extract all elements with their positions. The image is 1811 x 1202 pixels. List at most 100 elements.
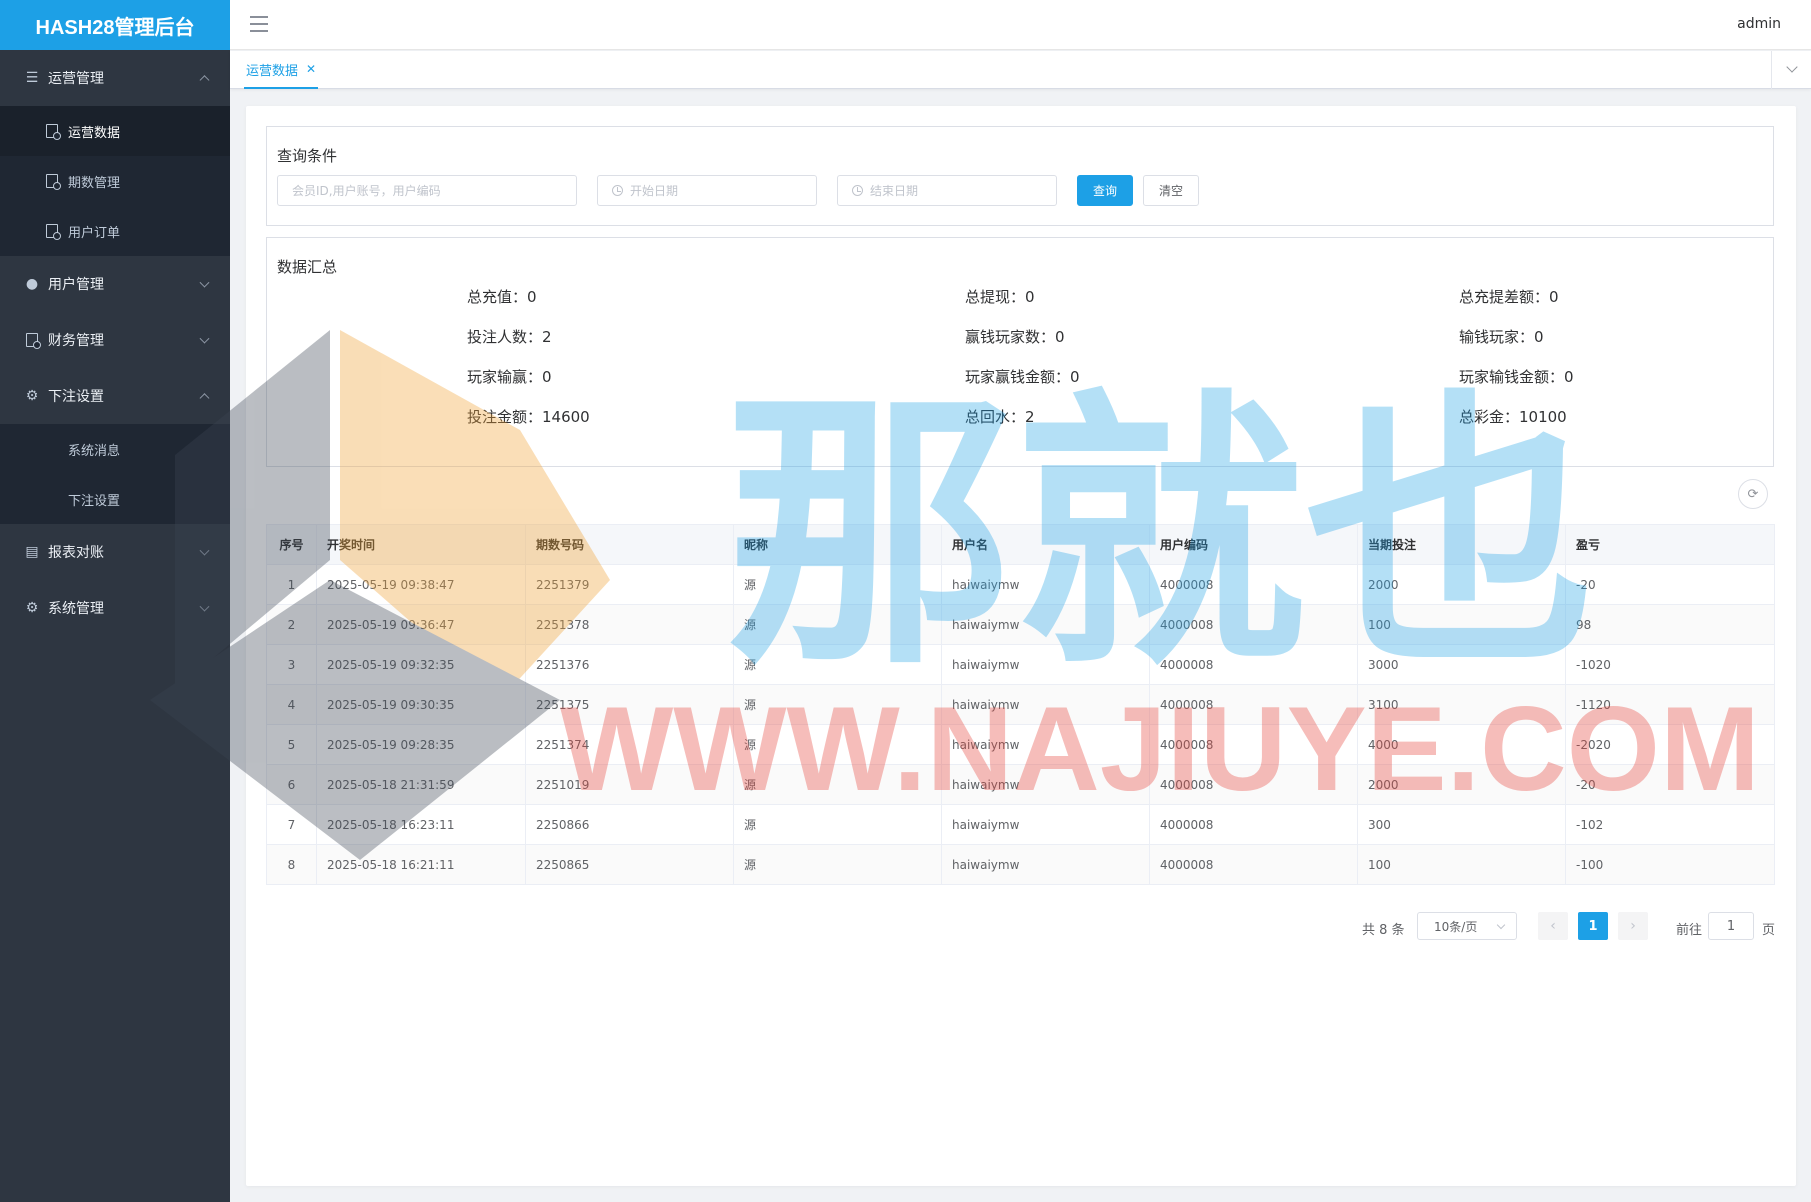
table-cell: 2251019 [525,764,734,805]
clear-button[interactable]: 清空 [1143,175,1199,206]
table-row[interactable]: 8 2025-05-18 16:21:11 2250865 源 haiwaiymw 400… [266,844,1775,885]
gear-icon: ⚙ [25,600,39,616]
table-cell: 3100 [1357,684,1566,725]
table-row[interactable]: 1 2025-05-19 09:38:47 2251379 源 haiwaiymw 400… [266,564,1775,605]
menu-finance[interactable]: 财务管理 [0,312,230,368]
table-cell: -102 [1565,804,1775,845]
table-cell: 4000008 [1149,764,1358,805]
menu-system[interactable]: ⚙ 系统管理 [0,580,230,636]
sidebar-item-label: 运营数据 [68,125,121,141]
table-cell: haiwaiymw [941,844,1150,885]
table-cell: 2025-05-18 16:21:11 [316,844,526,885]
sidebar-item-period-management[interactable]: 期数管理 [0,156,230,206]
table-cell: 3 [266,644,317,685]
document-icon [44,173,61,190]
start-date-input[interactable]: 开始日期 [597,175,817,206]
goto-page-input[interactable]: 1 [1708,912,1754,940]
sidebar-item-operation-data[interactable]: 运营数据 [0,106,230,156]
table-cell: 6 [266,764,317,805]
table-cell: 4000008 [1149,644,1358,685]
table-cell: 2250866 [525,804,734,845]
table-cell: 2025-05-18 21:31:59 [316,764,526,805]
table-cell: 4000008 [1149,564,1358,605]
chevron-up-icon [199,75,210,86]
table-cell: 源 [733,564,942,605]
chevron-down-icon [199,545,210,556]
stat-losing-players: 输钱玩家：0 [1459,328,1544,346]
table-cell: 源 [733,764,942,805]
sidebar-item-bet-settings[interactable]: 下注设置 [0,474,230,524]
menu-reports[interactable]: ▤ 报表对账 [0,524,230,580]
end-date-placeholder: 结束日期 [870,184,919,198]
data-table: 序号 开奖时间 期数号码 昵称 用户名 用户编码 当期投注 盈亏 1 2025-05-19 09… [266,524,1775,885]
table-cell: 3000 [1357,644,1566,685]
sidebar-item-user-orders[interactable]: 用户订单 [0,206,230,256]
submenu-operations: 运营数据 期数管理 用户订单 [0,106,230,256]
table-row[interactable]: 3 2025-05-19 09:32:35 2251376 源 haiwaiymw 400… [266,644,1775,685]
table-cell: 2250865 [525,844,734,885]
sidebar-item-label: 下注设置 [68,493,121,509]
tab-label: 运营数据 [246,63,299,79]
table-cell: 源 [733,844,942,885]
table-cell: 2000 [1357,764,1566,805]
table-cell: 2025-05-19 09:38:47 [316,564,526,605]
table-cell: 源 [733,804,942,845]
column-header: 用户编码 [1149,524,1358,565]
table-row[interactable]: 4 2025-05-19 09:30:35 2251375 源 haiwaiymw 400… [266,684,1775,725]
table-cell: 4000008 [1149,604,1358,645]
list-icon: ☰ [25,70,39,86]
end-date-input[interactable]: 结束日期 [837,175,1057,206]
menu-bet-settings-label: 下注设置 [48,389,104,405]
close-icon[interactable]: ✕ [306,62,316,76]
table-cell: -100 [1565,844,1775,885]
page-number-current[interactable]: 1 [1578,912,1608,940]
chevron-up-icon [199,393,210,404]
table-row[interactable]: 2 2025-05-19 09:36:47 2251378 源 haiwaiymw 400… [266,604,1775,645]
table-cell: 2025-05-18 16:23:11 [316,804,526,845]
stat-recharge-diff: 总充提差额：0 [1459,288,1559,306]
table-cell: 源 [733,644,942,685]
stat-total-recharge: 总充值：0 [467,288,537,306]
search-input[interactable]: 会员ID,用户账号，用户编码 [277,175,577,206]
column-header: 当期投注 [1357,524,1566,565]
table-cell: -2020 [1565,724,1775,765]
table-cell: 2251375 [525,684,734,725]
chevron-left-icon[interactable]: ‹ [1538,912,1568,940]
chevron-down-icon [199,333,210,344]
table-cell: 2251379 [525,564,734,605]
stat-player-win-amount: 玩家赢钱金额：0 [965,368,1080,386]
page-size-select[interactable]: 10条/页 [1417,912,1517,940]
menu-user-management-label: 用户管理 [48,277,104,293]
table-cell: 2025-05-19 09:30:35 [316,684,526,725]
page-suffix: 页 [1762,923,1776,938]
app-logo[interactable]: HASH28管理后台 [0,0,230,50]
hamburger-icon[interactable] [250,16,268,32]
table-row[interactable]: 7 2025-05-18 16:23:11 2250866 源 haiwaiymw 400… [266,804,1775,845]
gear-icon: ⚙ [25,388,39,404]
tab-operation-data[interactable]: 运营数据 ✕ [244,51,319,89]
search-button[interactable]: 查询 [1077,175,1133,206]
summary-panel: 数据汇总 总充值：0 总提现：0 总充提差额：0 投注人数：2 赢钱玩家数：0 … [266,237,1774,467]
tab-dropdown[interactable] [1771,51,1811,89]
table-cell: haiwaiymw [941,644,1150,685]
table-row[interactable]: 5 2025-05-19 09:28:35 2251374 源 haiwaiymw 400… [266,724,1775,765]
menu-bet-settings[interactable]: ⚙ 下注设置 [0,368,230,424]
chevron-down-icon [199,277,210,288]
sidebar: HASH28管理后台 ☰ 运营管理 运营数据 期数管理 用户订单 ● 用户管理 … [0,0,230,1202]
table-cell: 98 [1565,604,1775,645]
table-cell: -1020 [1565,644,1775,685]
menu-finance-label: 财务管理 [48,333,104,349]
chevron-right-icon[interactable]: › [1618,912,1648,940]
menu-user-management[interactable]: ● 用户管理 [0,256,230,312]
table-cell: 2 [266,604,317,645]
stat-winning-players: 赢钱玩家数：0 [965,328,1065,346]
user-menu[interactable]: admin [1737,16,1781,32]
sidebar-item-system-messages[interactable]: 系统消息 [0,424,230,474]
menu-operations[interactable]: ☰ 运营管理 [0,50,230,106]
summary-title: 数据汇总 [277,258,338,276]
table-cell: haiwaiymw [941,724,1150,765]
top-header: admin [230,0,1811,50]
table-row[interactable]: 6 2025-05-18 21:31:59 2251019 源 haiwaiymw 400… [266,764,1775,805]
table-header-row: 序号 开奖时间 期数号码 昵称 用户名 用户编码 当期投注 盈亏 [266,524,1775,565]
refresh-button[interactable]: ⟳ [1738,479,1768,509]
